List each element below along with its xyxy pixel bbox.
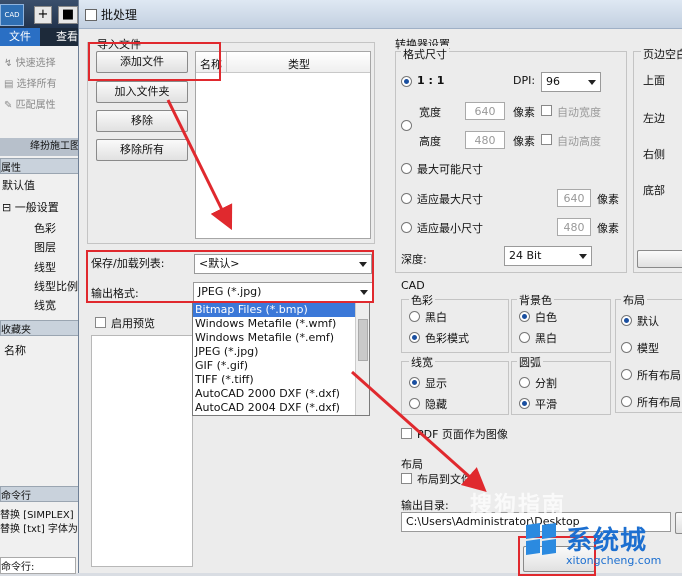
brand-watermark: 系统城 [566,526,648,556]
sogou-watermark: 搜狗指南 [470,493,567,518]
site-watermark: xitongcheng.com [566,554,662,567]
arrow-to-output-format [166,99,233,231]
annotation-arrows [166,99,487,492]
windows-logo-icon [526,523,558,556]
arrow-to-output-dir [351,370,487,492]
